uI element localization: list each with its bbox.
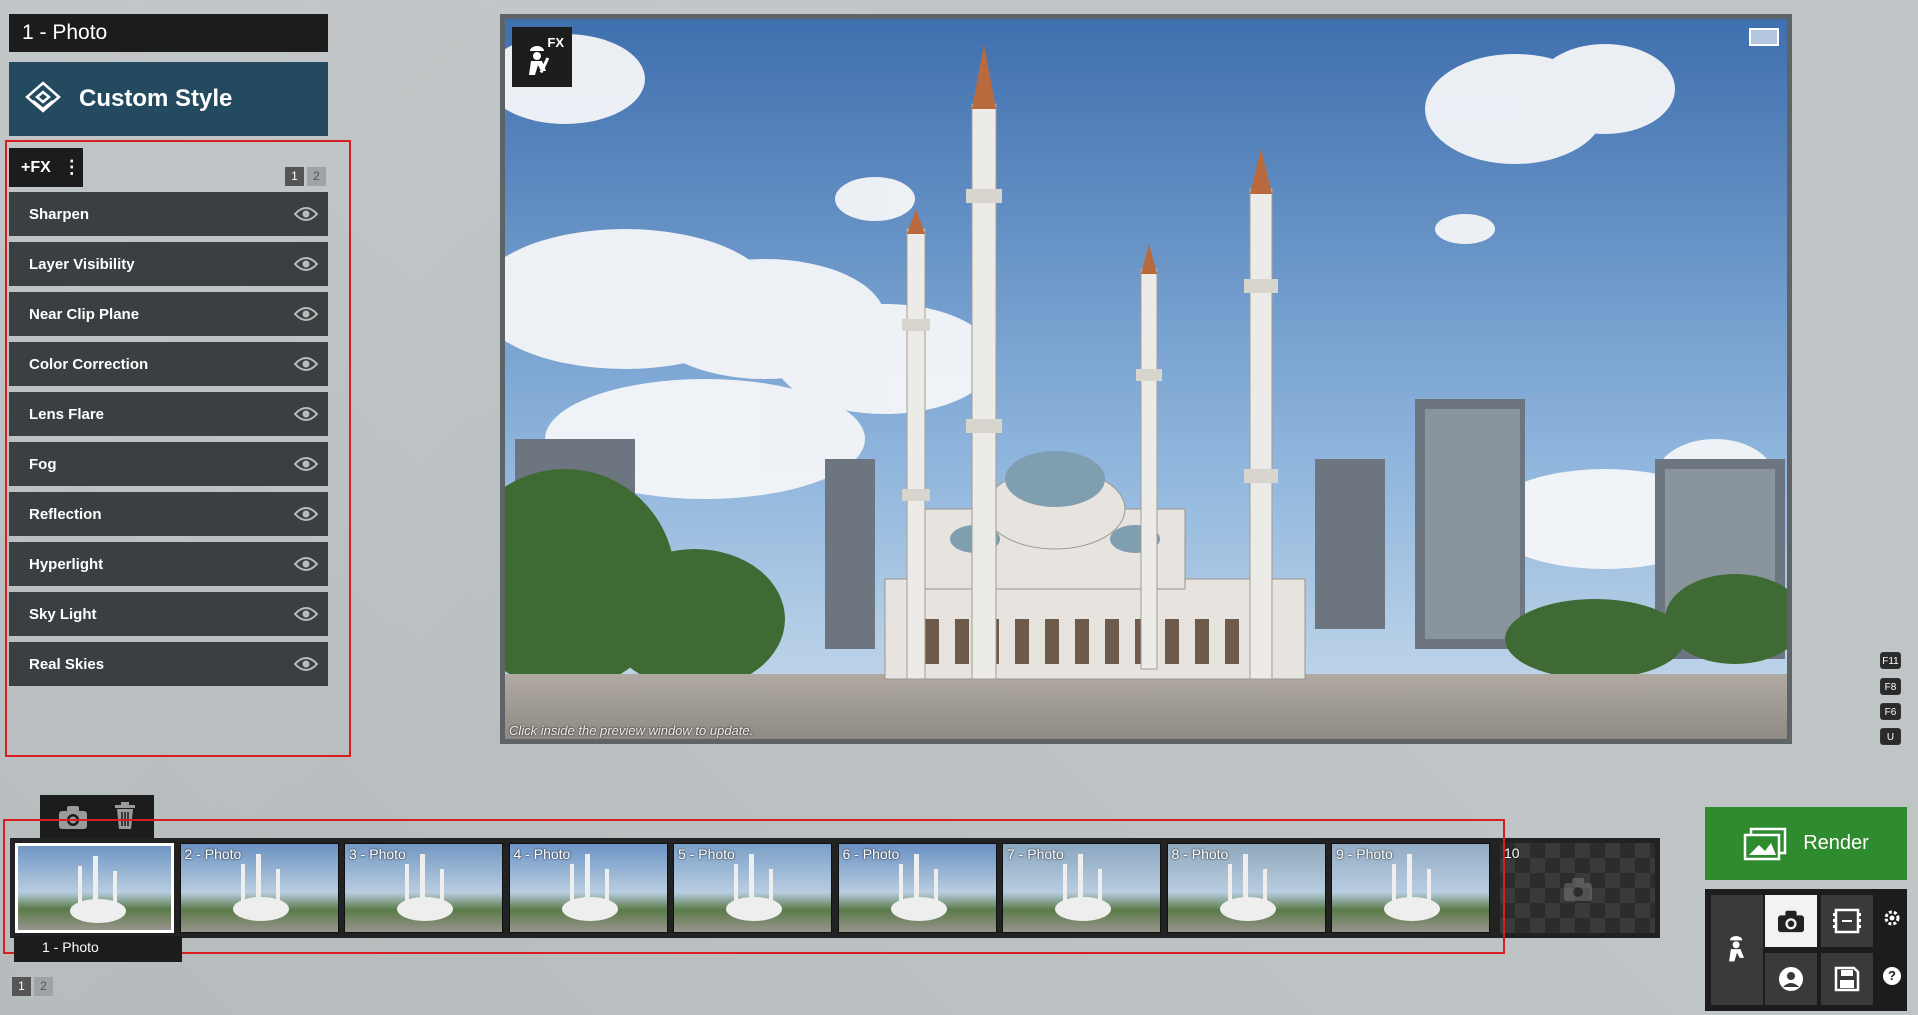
style-selector-button[interactable]: Custom Style xyxy=(9,62,328,136)
panorama-icon xyxy=(1779,967,1803,991)
fx-item[interactable]: Color Correction xyxy=(9,342,328,386)
preview-fx-button[interactable]: FX xyxy=(512,27,572,87)
fx-item[interactable]: Sharpen xyxy=(9,192,328,236)
shot-thumbnail-label: 10 xyxy=(1504,845,1520,861)
fx-item-label: Color Correction xyxy=(29,355,149,373)
fx-item-label: Layer Visibility xyxy=(29,255,135,273)
hotkey-f6[interactable]: F6 xyxy=(1880,703,1901,720)
build-mode-button[interactable] xyxy=(1711,895,1763,1005)
shot-page-2[interactable]: 2 xyxy=(34,977,53,996)
settings-gear-icon[interactable] xyxy=(1883,909,1901,927)
add-fx-label: +FX xyxy=(21,158,51,176)
shot-page-1[interactable]: 1 xyxy=(12,977,31,996)
fx-item-label: Near Clip Plane xyxy=(29,305,140,323)
visibility-eye-icon[interactable] xyxy=(294,206,318,222)
hotkey-f11[interactable]: F11 xyxy=(1880,652,1901,669)
photo-mode-button[interactable] xyxy=(1765,895,1817,947)
visibility-eye-icon[interactable] xyxy=(294,656,318,672)
visibility-eye-icon[interactable] xyxy=(294,306,318,322)
shot-strip-highlight xyxy=(3,819,1505,954)
fx-item[interactable]: Reflection xyxy=(9,492,328,536)
style-name: Custom Style xyxy=(79,85,233,112)
visibility-eye-icon[interactable] xyxy=(294,256,318,272)
preview-window[interactable] xyxy=(500,14,1792,744)
fx-item-label: Real Skies xyxy=(29,655,105,673)
fx-item-label: Lens Flare xyxy=(29,405,105,423)
mode-panel: ? xyxy=(1705,889,1907,1011)
fx-page-1[interactable]: 1 xyxy=(285,167,304,186)
fx-item[interactable]: Sky Light xyxy=(9,592,328,636)
panorama-mode-button[interactable] xyxy=(1765,953,1817,1005)
save-icon xyxy=(1834,966,1860,992)
hotkey-f8[interactable]: F8 xyxy=(1880,678,1901,695)
fx-item-label: Sharpen xyxy=(29,205,90,223)
fullscreen-toggle-icon[interactable] xyxy=(1749,28,1779,46)
visibility-eye-icon[interactable] xyxy=(294,556,318,572)
style-layers-icon xyxy=(25,81,61,113)
fx-item[interactable]: Layer Visibility xyxy=(9,242,328,286)
visibility-eye-icon[interactable] xyxy=(294,356,318,372)
render-label: Render xyxy=(1803,832,1869,854)
fx-item[interactable]: Real Skies xyxy=(9,642,328,686)
movie-mode-button[interactable] xyxy=(1821,895,1873,947)
fx-item[interactable]: Lens Flare xyxy=(9,392,328,436)
help-icon[interactable]: ? xyxy=(1883,967,1901,985)
render-button[interactable]: Render xyxy=(1705,807,1907,880)
fx-page-2[interactable]: 2 xyxy=(307,167,326,186)
film-icon xyxy=(1833,908,1861,934)
render-image-icon xyxy=(1743,827,1787,860)
fx-item[interactable]: Fog xyxy=(9,442,328,486)
save-button[interactable] xyxy=(1821,953,1873,1005)
add-fx-button[interactable]: +FX ⋮ xyxy=(9,148,83,187)
worker-icon xyxy=(529,46,550,75)
visibility-eye-icon[interactable] xyxy=(294,456,318,472)
fx-menu-icon[interactable]: ⋮ xyxy=(63,157,81,178)
fx-badge-label: FX xyxy=(547,35,564,50)
visibility-eye-icon[interactable] xyxy=(294,406,318,422)
visibility-eye-icon[interactable] xyxy=(294,606,318,622)
preview-hint: Click inside the preview window to updat… xyxy=(509,723,754,738)
preview-image xyxy=(505,19,1787,739)
fx-item-label: Fog xyxy=(29,455,57,473)
fx-item-label: Hyperlight xyxy=(29,555,104,573)
hotkey-u[interactable]: U xyxy=(1880,728,1901,745)
camera-icon xyxy=(1778,910,1804,933)
visibility-eye-icon[interactable] xyxy=(294,506,318,522)
empty-shot-slot[interactable]: 10 xyxy=(1500,843,1655,933)
fx-item-label: Reflection xyxy=(29,505,102,523)
fx-item-label: Sky Light xyxy=(29,605,97,623)
selected-shot-caption: 1 - Photo xyxy=(14,936,182,962)
fx-item[interactable]: Near Clip Plane xyxy=(9,292,328,336)
shot-title: 1 - Photo xyxy=(9,14,328,52)
camera-placeholder-icon xyxy=(1564,878,1592,901)
fx-item[interactable]: Hyperlight xyxy=(9,542,328,586)
worker-icon xyxy=(1729,936,1744,962)
